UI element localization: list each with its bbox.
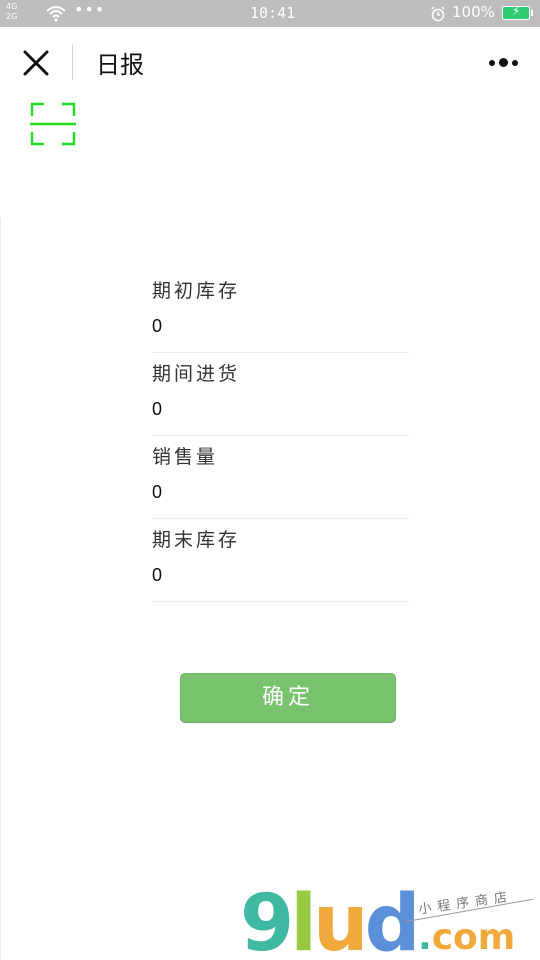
watermark-logo: 9lud [240,885,420,960]
network-top: 4G [6,2,18,11]
nav-divider [72,44,73,80]
close-icon[interactable] [18,45,54,81]
watermark-logo-u: u [313,879,368,960]
watermark-tagline: 小程序商店 [417,889,514,918]
watermark-dotcom-text: com [431,917,516,958]
page-edge [0,218,1,960]
field-label: 期间进货 [152,363,241,385]
daily-report-form: 期初库存 0 期间进货 0 销售量 0 期末库存 0 [152,270,409,602]
field-purchases[interactable]: 期间进货 0 [152,353,409,436]
status-time: 10:41 [250,4,296,22]
field-label: 期末库存 [152,529,241,551]
closing-stock-input[interactable]: 0 [152,565,162,586]
battery-icon: ⚡ [502,4,533,20]
field-label: 销售量 [152,446,219,468]
nav-bar: 日报 [0,27,540,97]
battery-percent: 100% [452,3,495,21]
scan-icon[interactable] [30,102,76,146]
watermark-logo-g: 9 [240,879,294,960]
watermark-logo-l: l [290,879,317,960]
more-dots-icon[interactable] [486,53,522,73]
field-sales-volume[interactable]: 销售量 0 [152,436,409,519]
watermark-dotcom: .com [418,917,516,958]
purchases-input[interactable]: 0 [152,399,162,420]
field-closing-stock[interactable]: 期末库存 0 [152,519,409,602]
alarm-icon [431,6,445,22]
status-dots: ••• [74,0,106,19]
sales-volume-input[interactable]: 0 [152,482,162,503]
field-opening-stock[interactable]: 期初库存 0 [152,270,409,353]
field-label: 期初库存 [152,280,241,302]
signal-icon: 4G 2G [6,2,17,22]
status-bar: 4G 2G ••• 10:41 100% ⚡ [0,0,540,27]
wifi-icon [46,6,66,22]
confirm-button[interactable]: 确定 [180,673,396,723]
network-bottom: 2G [6,12,18,21]
page-title: 日报 [96,51,144,79]
opening-stock-input[interactable]: 0 [152,316,162,337]
